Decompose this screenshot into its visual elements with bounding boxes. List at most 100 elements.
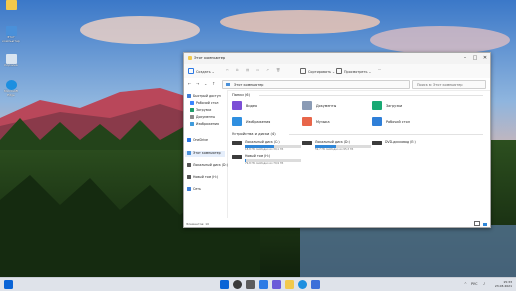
search-icon[interactable] bbox=[233, 280, 242, 289]
delete-icon[interactable]: 🗑 bbox=[276, 68, 280, 72]
forward-icon[interactable]: → bbox=[196, 81, 199, 86]
search-input[interactable]: Поиск в: Этот компьютер bbox=[412, 80, 486, 89]
star-icon bbox=[187, 94, 191, 98]
clock-date: 23.03.2021 bbox=[494, 284, 512, 288]
status-bar-count: Элементов: 10 bbox=[186, 222, 210, 226]
chevron-down-icon[interactable]: ⌄ bbox=[204, 81, 207, 86]
windows-start-icon[interactable] bbox=[220, 280, 229, 289]
desktop-icon-edge[interactable]: Microsoft Edge bbox=[2, 80, 20, 97]
address-path: Этот компьютер bbox=[234, 82, 264, 87]
sort-icon bbox=[300, 68, 306, 74]
taskview-icon[interactable] bbox=[246, 280, 255, 289]
explorer-icon[interactable] bbox=[285, 280, 294, 289]
edge-icon[interactable] bbox=[298, 280, 307, 289]
start-icon[interactable] bbox=[4, 280, 13, 289]
drive-h[interactable]: Новый том (H:) 79,8 ГБ свободно из 79,9 … bbox=[232, 154, 302, 166]
nav-item-this-pc[interactable]: Этот компьютер bbox=[185, 151, 225, 157]
folders-header[interactable]: Папки (6) bbox=[232, 93, 250, 97]
folder-pictures[interactable]: Изображения bbox=[232, 117, 302, 128]
speaker-icon[interactable]: ♪ bbox=[483, 282, 485, 286]
nav-item-quick-access[interactable]: Быстрый доступ bbox=[187, 94, 221, 100]
folder-music[interactable]: Музыка bbox=[302, 117, 372, 128]
paste-icon[interactable]: ▤ bbox=[246, 68, 249, 72]
store-icon[interactable] bbox=[311, 280, 320, 289]
documents-folder-icon bbox=[302, 101, 312, 110]
desktop-icon-recycle-bin[interactable]: Корзина bbox=[2, 54, 20, 68]
desktop-icon-this-pc[interactable]: Этот компьютер bbox=[2, 26, 20, 43]
tiles-view-icon[interactable] bbox=[483, 223, 487, 226]
close-button[interactable]: ✕ bbox=[480, 53, 490, 64]
drive-d[interactable]: Локальный диск (D:) 59,7 ГБ свободно из … bbox=[302, 140, 372, 152]
drives-header[interactable]: Устройства и диски (4) bbox=[232, 132, 276, 136]
drive-label: Локальный диск (D:) bbox=[315, 140, 350, 144]
nav-label: Рабочий стол bbox=[196, 101, 219, 105]
view-button[interactable]: Просмотреть ⌄ bbox=[336, 68, 371, 74]
clock[interactable]: 15:33 23.03.2021 bbox=[495, 280, 512, 288]
back-icon[interactable]: ← bbox=[188, 81, 191, 86]
widgets-icon[interactable] bbox=[259, 280, 268, 289]
nav-label: OneDrive bbox=[193, 138, 208, 142]
nav-item-network[interactable]: Сеть bbox=[187, 187, 201, 193]
nav-item-documents[interactable]: Документы bbox=[190, 115, 215, 121]
drive-c[interactable]: Локальный диск (C:) 18,8 ГБ свободно из … bbox=[232, 140, 302, 152]
dvd-drive-icon bbox=[372, 141, 382, 145]
address-row: ← → ⌄ ↑ Этот компьютер Поиск в: Этот ком… bbox=[184, 78, 490, 91]
folder-label: Загрузки bbox=[386, 104, 403, 108]
folder-desktop[interactable]: Рабочий стол bbox=[372, 117, 442, 128]
drive-label: Локальный диск (C:) bbox=[245, 140, 280, 144]
nav-label: Изображения bbox=[196, 122, 219, 126]
folder-videos[interactable]: Видео bbox=[232, 101, 302, 112]
drive-icon bbox=[187, 163, 191, 167]
sort-button[interactable]: Сортировать ⌄ bbox=[300, 68, 335, 74]
nav-label: Загрузки bbox=[196, 108, 212, 112]
share-icon[interactable]: ↗ bbox=[266, 68, 269, 72]
desktop-icon-label: Этот компьютер bbox=[2, 35, 20, 43]
drive-e-dvd[interactable]: DVD-дисковод (E:) bbox=[372, 140, 442, 152]
create-button[interactable]: Создать ⌄ bbox=[188, 68, 215, 74]
search-placeholder: Поиск в: Этот компьютер bbox=[417, 82, 463, 87]
folder-label: Документы bbox=[316, 104, 337, 108]
folder-label: Видео bbox=[246, 104, 258, 108]
address-bar[interactable]: Этот компьютер bbox=[222, 80, 410, 89]
picture-icon bbox=[190, 122, 194, 126]
section-divider bbox=[289, 134, 483, 135]
nav-item-downloads[interactable]: Загрузки bbox=[190, 108, 211, 114]
nav-label: Быстрый доступ bbox=[193, 94, 221, 98]
drive-free-space: 79,8 ГБ свободно из 79,9 ГБ bbox=[245, 162, 284, 165]
nav-item-drive-h[interactable]: Новый том (H:) bbox=[187, 175, 218, 181]
rename-icon[interactable]: ▭ bbox=[256, 68, 259, 72]
cut-icon[interactable]: ✂ bbox=[226, 68, 229, 72]
nav-item-drive-d[interactable]: Локальный диск (D:) bbox=[187, 163, 228, 169]
explorer-icon bbox=[188, 56, 192, 60]
details-view-icon[interactable] bbox=[474, 221, 480, 226]
title-bar[interactable]: Этот компьютер – □ ✕ bbox=[184, 53, 490, 64]
chevron-up-icon[interactable]: ^ bbox=[464, 282, 467, 286]
nav-item-desktop[interactable]: Рабочий стол bbox=[190, 101, 218, 107]
file-explorer-window: Этот компьютер – □ ✕ Создать ⌄ ✂ ⧉ ▤ ▭ ↗… bbox=[183, 52, 491, 228]
folder-label: Рабочий стол bbox=[386, 120, 410, 124]
language-indicator[interactable]: РУС bbox=[471, 282, 477, 286]
drive-free-space: 18,8 ГБ свободно из 39,1 ГБ bbox=[245, 148, 284, 151]
folder-documents[interactable]: Документы bbox=[302, 101, 372, 112]
pictures-folder-icon bbox=[232, 117, 242, 126]
command-bar: Создать ⌄ ✂ ⧉ ▤ ▭ ↗ 🗑 Сортировать ⌄ Прос… bbox=[184, 64, 490, 79]
drive-free-space: 59,7 ГБ свободно из 95,3 ГБ bbox=[315, 148, 354, 151]
copy-icon[interactable]: ⧉ bbox=[236, 68, 238, 72]
desktop-icon-label: Корзина bbox=[4, 63, 18, 67]
view-icon bbox=[336, 68, 342, 74]
chat-icon[interactable] bbox=[272, 280, 281, 289]
nav-item-pictures[interactable]: Изображения bbox=[190, 122, 219, 128]
drive-icon bbox=[187, 175, 191, 179]
folder-downloads[interactable]: Загрузки bbox=[372, 101, 442, 112]
up-icon[interactable]: ↑ bbox=[212, 81, 215, 86]
more-button[interactable]: ··· bbox=[378, 68, 381, 72]
navigation-pane: Быстрый доступ Рабочий стол Загрузки Док… bbox=[184, 90, 228, 218]
maximize-button[interactable]: □ bbox=[470, 53, 480, 64]
desktop-icon-folder[interactable] bbox=[2, 0, 20, 10]
drive-label: DVD-дисковод (E:) bbox=[385, 140, 416, 144]
minimize-button[interactable]: – bbox=[460, 53, 470, 64]
taskbar: ^ РУС ♪ 15:33 23.03.2021 bbox=[0, 277, 516, 291]
video-folder-icon bbox=[232, 101, 242, 110]
document-icon bbox=[190, 115, 194, 119]
nav-item-onedrive[interactable]: OneDrive bbox=[187, 138, 208, 144]
